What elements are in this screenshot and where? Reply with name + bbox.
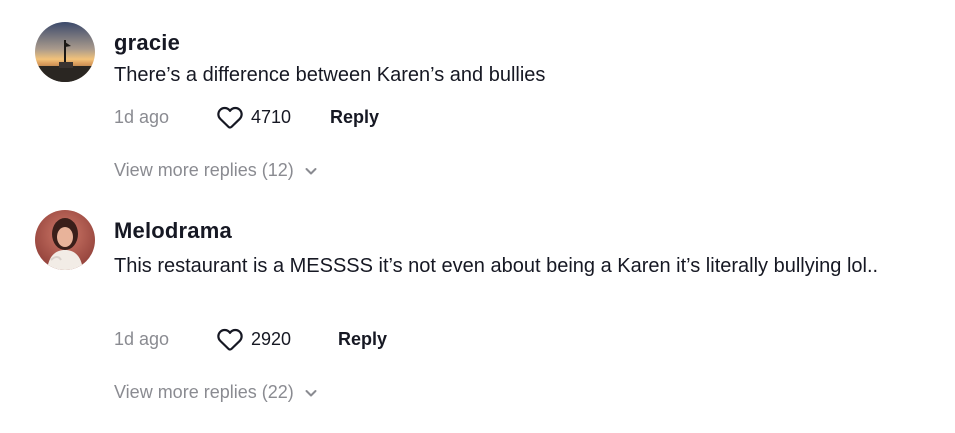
view-more-replies-button[interactable]: View more replies (12) xyxy=(114,160,319,181)
comment-text: This restaurant is a MESSSS it’s not eve… xyxy=(114,255,879,277)
comment-username[interactable]: Melodrama xyxy=(114,218,232,244)
reply-button[interactable]: Reply xyxy=(330,107,379,128)
like-count: 2920 xyxy=(251,328,292,349)
like-button[interactable]: 2920 xyxy=(216,326,338,352)
portrait-photo-avatar xyxy=(35,210,95,270)
comment-timestamp: 1d ago xyxy=(114,328,170,349)
sunset-photo-avatar xyxy=(35,22,95,82)
view-more-replies-label: View more replies (12) xyxy=(114,160,294,180)
reply-button[interactable]: Reply xyxy=(338,329,387,350)
comment-timestamp: 1d ago xyxy=(114,106,170,127)
avatar[interactable] xyxy=(35,210,95,270)
chevron-down-icon xyxy=(305,167,317,174)
comment-list: gracie There’s a difference between Kare… xyxy=(0,0,955,433)
comment-actions: 1d ago 2920 Reply xyxy=(114,324,387,354)
heart-icon xyxy=(217,106,243,129)
heart-icon xyxy=(217,328,243,351)
like-count: 4710 xyxy=(251,106,292,127)
comment-text: There’s a difference between Karen’s and… xyxy=(114,64,546,86)
view-more-replies-button[interactable]: View more replies (22) xyxy=(114,382,319,403)
chevron-down-icon xyxy=(305,389,317,396)
comment-username[interactable]: gracie xyxy=(114,30,180,56)
like-button[interactable]: 4710 xyxy=(216,104,330,130)
avatar[interactable] xyxy=(35,22,95,82)
comment-actions: 1d ago 4710 Reply xyxy=(114,102,379,132)
view-more-replies-label: View more replies (22) xyxy=(114,382,294,402)
